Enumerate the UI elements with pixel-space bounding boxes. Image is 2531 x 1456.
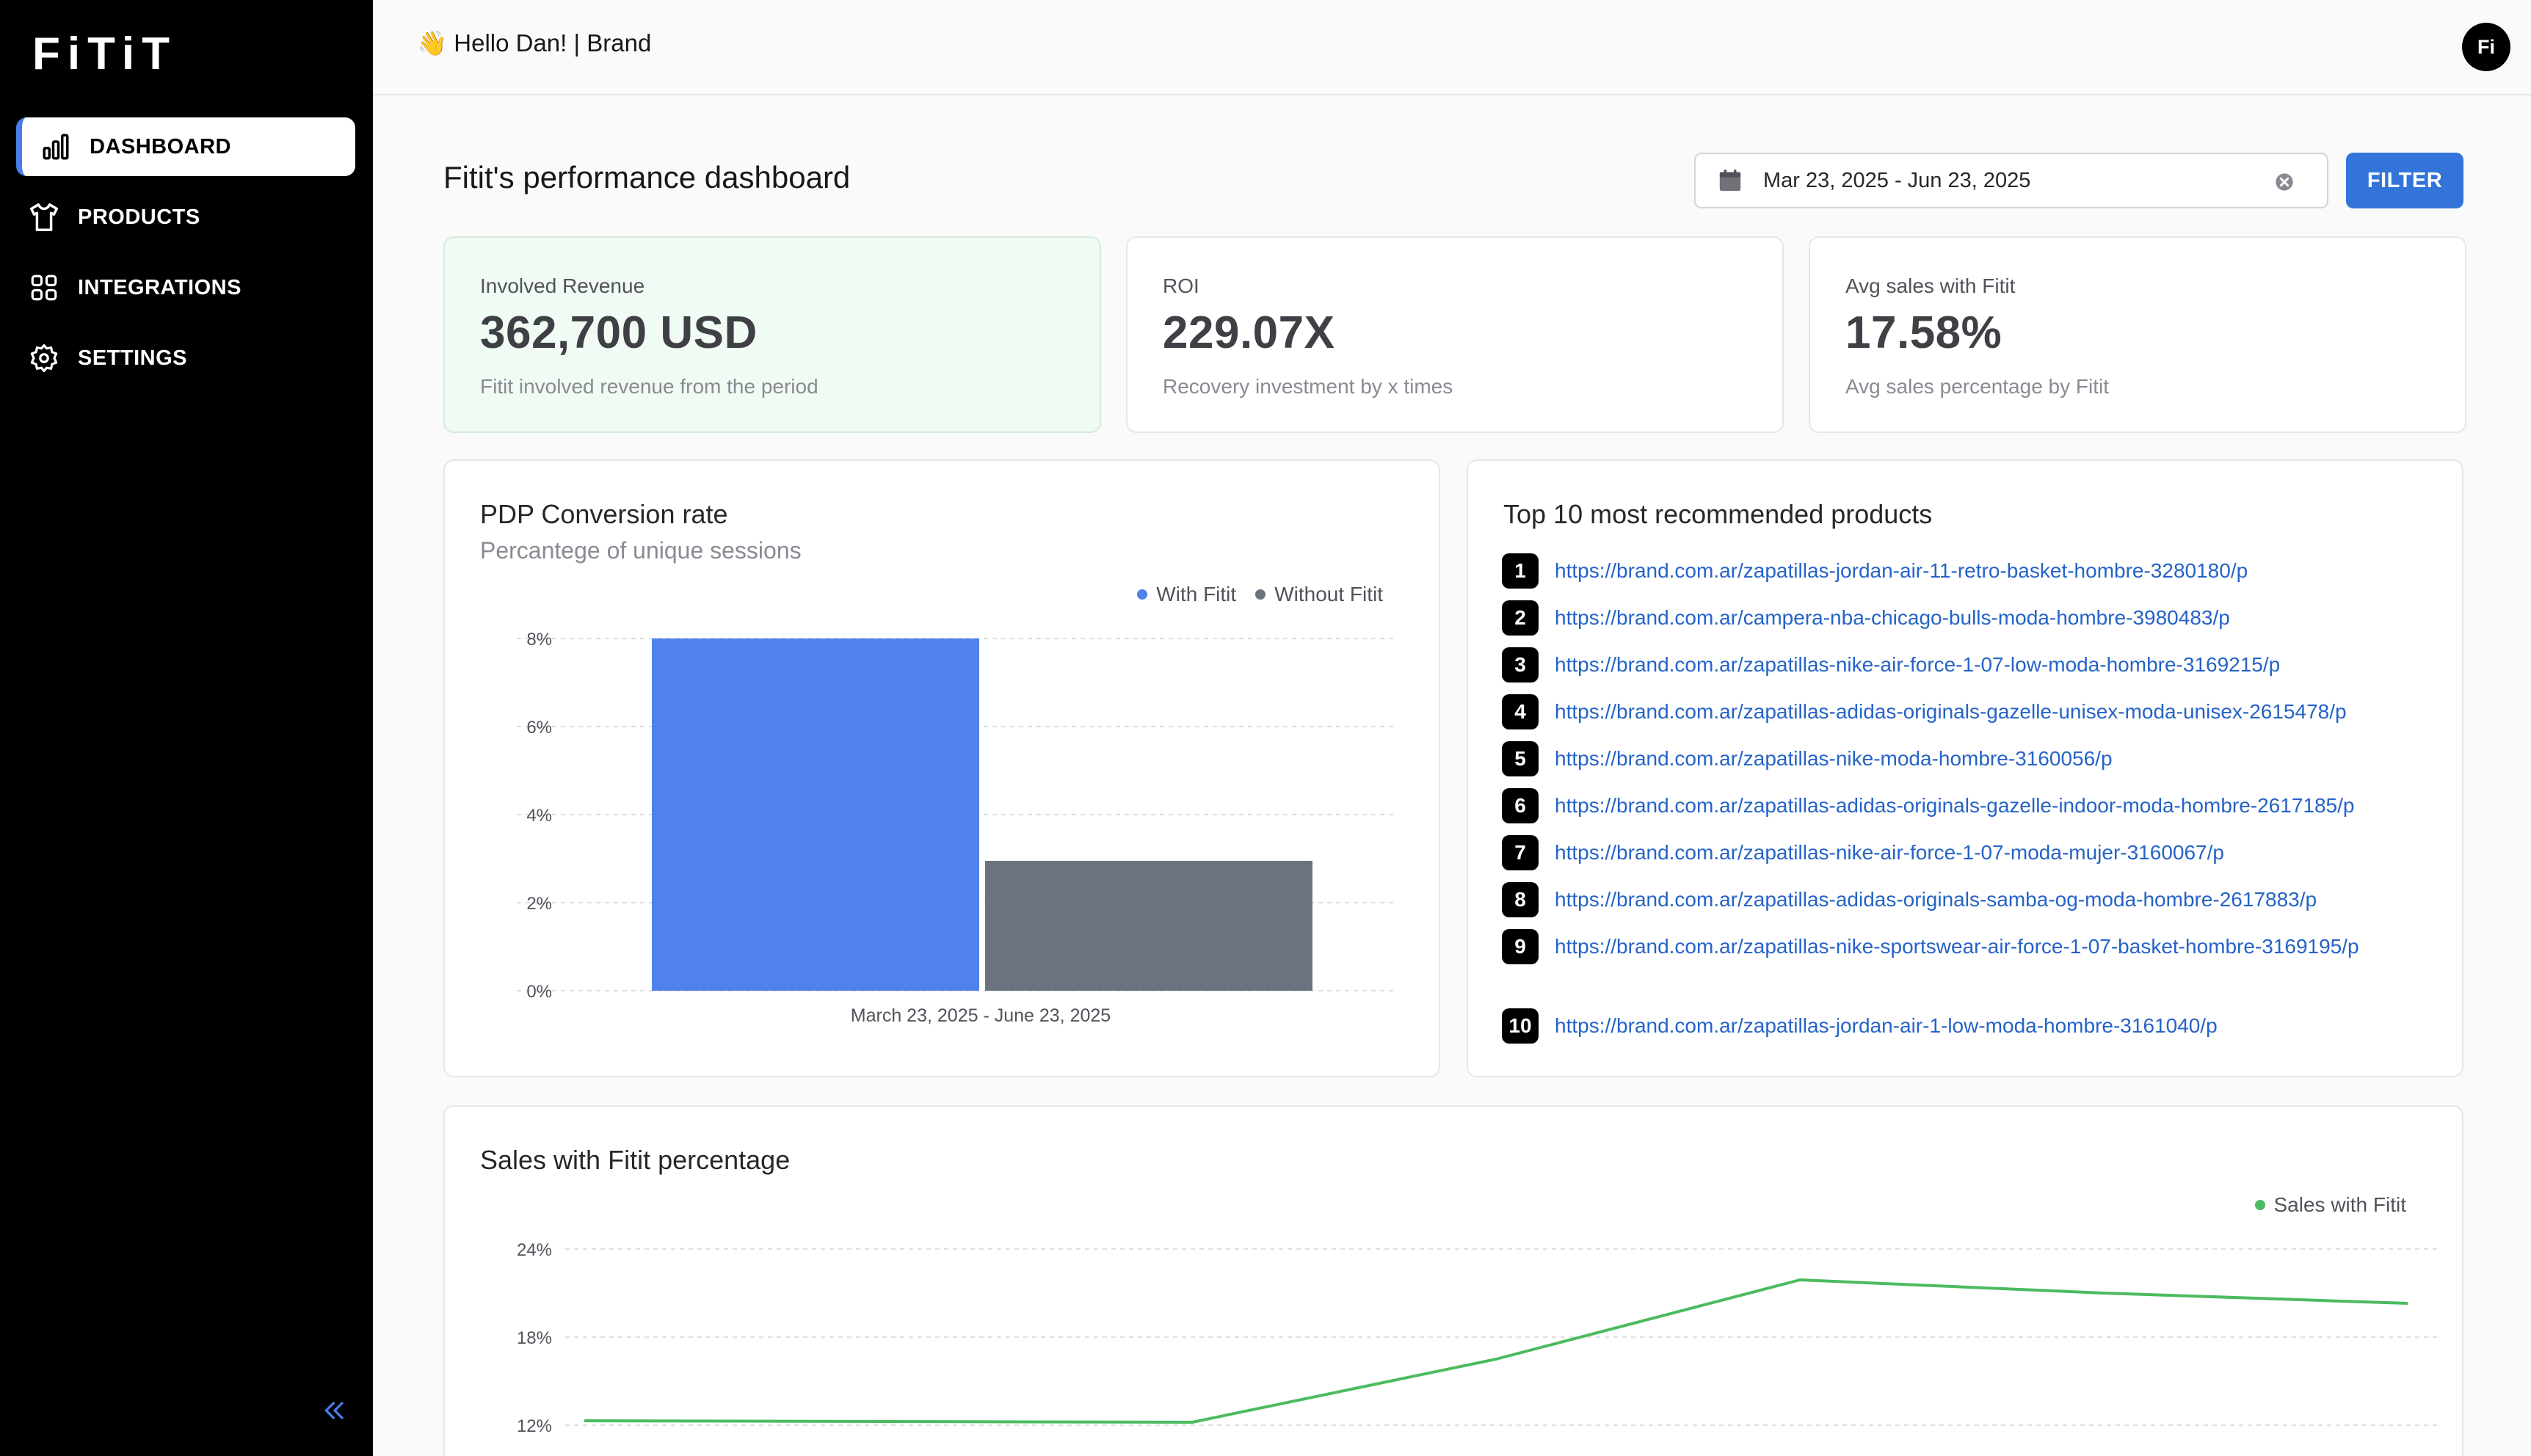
- y-tick-label: 18%: [517, 1328, 552, 1348]
- y-tick-label: 0%: [526, 982, 552, 1002]
- chart-line-series: [584, 1278, 2408, 1424]
- clear-date-icon[interactable]: [2274, 172, 2295, 192]
- y-tick-label: 12%: [517, 1416, 552, 1436]
- list-item: 6 https://brand.com.ar/zapatillas-adidas-…: [1502, 788, 2354, 823]
- bar-without-fitit[interactable]: [985, 861, 1312, 991]
- product-link[interactable]: https://brand.com.ar/zapatillas-adidas-o…: [1555, 886, 2317, 914]
- kpi-value: 17.58%: [1845, 307, 2002, 358]
- card-title: Top 10 most recommended products: [1503, 499, 1933, 529]
- double-chevron-left-icon: [324, 1402, 344, 1419]
- sidebar-item-label: SETTINGS: [78, 346, 188, 370]
- y-tick-label: 6%: [526, 718, 552, 738]
- rank-badge: 5: [1502, 741, 1539, 776]
- list-item: 3 https://brand.com.ar/zapatillas-nike-ai…: [1502, 647, 2280, 682]
- product-link[interactable]: https://brand.com.ar/zapatillas-jordan-a…: [1555, 557, 2248, 585]
- list-item: 5 https://brand.com.ar/zapatillas-nike-mo…: [1502, 741, 2113, 776]
- product-link[interactable]: https://brand.com.ar/zapatillas-nike-mod…: [1555, 745, 2113, 773]
- rank-badge: 6: [1502, 788, 1539, 823]
- list-item: 10 https://brand.com.ar/zapatillas-jordan…: [1502, 1008, 2218, 1044]
- pdp-conversion-card: PDP Conversion rate Percantege of unique…: [443, 459, 1440, 1077]
- rank-badge: 4: [1502, 694, 1539, 729]
- sidebar-item-label: DASHBOARD: [90, 134, 231, 159]
- rank-badge: 8: [1502, 882, 1539, 917]
- date-range-picker[interactable]: Mar 23, 2025 - Jun 23, 2025: [1694, 153, 2328, 208]
- kpi-card-roi: ROI 229.07X Recovery investment by x tim…: [1126, 236, 1784, 433]
- bar-with-fitit[interactable]: [652, 638, 979, 991]
- sidebar-nav: DASHBOARD PRODUCTS INTEGRATIONS SETTINGS: [16, 117, 355, 399]
- date-range-value: Mar 23, 2025 - Jun 23, 2025: [1763, 168, 2031, 192]
- product-link[interactable]: https://brand.com.ar/zapatillas-nike-air…: [1555, 839, 2224, 867]
- y-tick-label: 4%: [526, 806, 552, 826]
- product-link[interactable]: https://brand.com.ar/zapatillas-nike-spo…: [1555, 933, 2436, 961]
- x-tick-label: March 23, 2025 - June 23, 2025: [851, 1005, 1111, 1026]
- chart-gridlines: [565, 1248, 2440, 1426]
- kpi-value: 362,700 USD: [480, 307, 758, 358]
- sidebar-item-settings[interactable]: SETTINGS: [16, 329, 355, 387]
- sidebar-item-integrations[interactable]: INTEGRATIONS: [16, 258, 355, 317]
- rank-badge: 3: [1502, 647, 1539, 682]
- product-link[interactable]: https://brand.com.ar/zapatillas-jordan-a…: [1555, 1012, 2218, 1040]
- filter-button[interactable]: FILTER: [2346, 153, 2463, 208]
- rank-badge: 1: [1502, 553, 1539, 589]
- greeting-text: 👋 Hello Dan! | Brand: [417, 29, 652, 57]
- pdp-bar-chart: 0% 2% 4% 6% 8% March 23, 2025 - June 23, 202…: [517, 630, 1395, 1026]
- tshirt-icon: [26, 200, 62, 235]
- sales-percentage-card: Sales with Fitit percentage Sales with F…: [443, 1105, 2463, 1456]
- sidebar-item-label: INTEGRATIONS: [78, 275, 242, 299]
- top-products-card: Top 10 most recommended products 1 https:…: [1467, 459, 2463, 1077]
- y-tick-label: 24%: [517, 1240, 552, 1260]
- gear-icon: [26, 341, 62, 376]
- list-item: 4 https://brand.com.ar/zapatillas-adidas-…: [1502, 694, 2347, 729]
- sidebar: FiTiT DASHBOARD PRODUCTS INTEGRATIONS SE…: [0, 0, 373, 1456]
- kpi-label: Involved Revenue: [480, 274, 645, 297]
- kpi-description: Avg sales percentage by Fitit: [1845, 375, 2110, 398]
- rank-badge: 9: [1502, 929, 1539, 964]
- page-title: Fitit's performance dashboard: [443, 160, 851, 194]
- kpi-card-revenue: Involved Revenue 362,700 USD Fitit invol…: [443, 236, 1101, 433]
- y-axis-ticks: 0% 2% 4% 6% 8%: [526, 630, 552, 1002]
- sales-line-chart: 12% 18% 24%: [517, 1240, 2440, 1436]
- top-header: 👋 Hello Dan! | Brand Fi: [373, 0, 2531, 95]
- sidebar-item-dashboard[interactable]: DASHBOARD: [16, 117, 355, 176]
- fitit-logo[interactable]: FiTiT: [32, 29, 197, 73]
- calendar-icon: [1719, 170, 1741, 192]
- collapse-sidebar-button[interactable]: [320, 1396, 349, 1425]
- sidebar-item-products[interactable]: PRODUCTS: [16, 188, 355, 247]
- bar-chart-icon: [38, 129, 73, 164]
- y-tick-label: 2%: [526, 894, 552, 914]
- list-item: 9 https://brand.com.ar/zapatillas-nike-sp…: [1502, 929, 2436, 964]
- avatar[interactable]: Fi: [2462, 23, 2510, 71]
- product-link[interactable]: https://brand.com.ar/campera-nba-chicago…: [1555, 604, 2230, 632]
- logo-text: FiTiT: [32, 29, 177, 73]
- y-axis-ticks: 12% 18% 24%: [517, 1240, 552, 1436]
- kpi-value: 229.07X: [1163, 307, 1335, 358]
- list-item: 2 https://brand.com.ar/campera-nba-chicag…: [1502, 600, 2230, 636]
- rank-badge: 2: [1502, 600, 1539, 636]
- kpi-description: Fitit involved revenue from the period: [480, 375, 818, 398]
- rank-badge: 10: [1502, 1008, 1539, 1044]
- list-item: 1 https://brand.com.ar/zapatillas-jordan-…: [1502, 553, 2248, 589]
- kpi-card-avg-sales: Avg sales with Fitit 17.58% Avg sales pe…: [1809, 236, 2466, 433]
- product-link[interactable]: https://brand.com.ar/zapatillas-adidas-o…: [1555, 792, 2354, 820]
- grid-icon: [26, 270, 62, 305]
- list-item: 8 https://brand.com.ar/zapatillas-adidas-…: [1502, 882, 2317, 917]
- kpi-label: Avg sales with Fitit: [1845, 274, 2016, 297]
- kpi-label: ROI: [1163, 274, 1199, 297]
- product-link[interactable]: https://brand.com.ar/zapatillas-adidas-o…: [1555, 698, 2347, 726]
- y-tick-label: 8%: [526, 630, 552, 649]
- kpi-description: Recovery investment by x times: [1163, 375, 1453, 398]
- product-link[interactable]: https://brand.com.ar/zapatillas-nike-air…: [1555, 651, 2280, 679]
- rank-badge: 7: [1502, 835, 1539, 870]
- line-sales-with-fitit[interactable]: [584, 1278, 2408, 1424]
- list-item: 7 https://brand.com.ar/zapatillas-nike-ai…: [1502, 835, 2224, 870]
- sidebar-item-label: PRODUCTS: [78, 205, 200, 229]
